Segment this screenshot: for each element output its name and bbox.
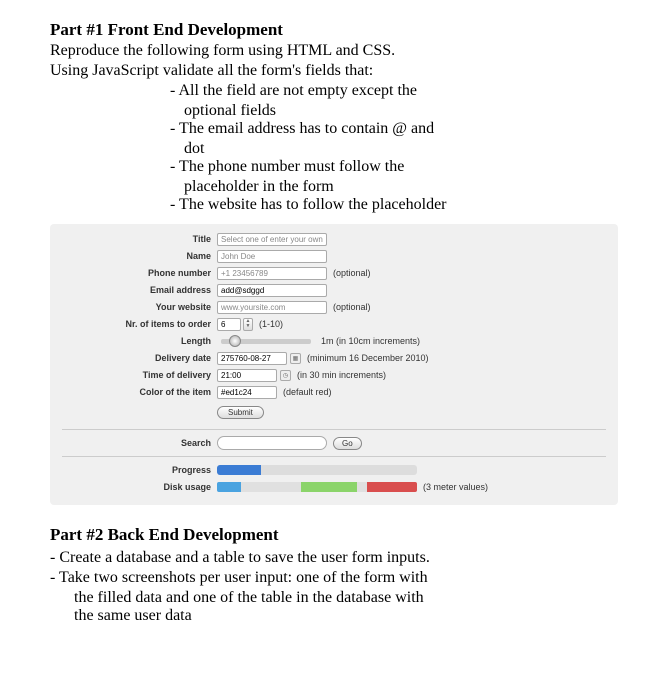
part1-heading: Part #1 Front End Development [50,20,618,40]
hint-delivery-date: (minimum 16 December 2010) [307,353,429,363]
hint-length: 1m (in 10cm increments) [321,336,420,346]
submit-button[interactable]: Submit [217,406,264,419]
label-items: Nr. of items to order [62,319,217,329]
disk-seg-1 [217,482,241,492]
bullet-2: - The email address has to contain @ and [170,120,618,138]
label-delivery-date: Delivery date [62,353,217,363]
label-title: Title [62,234,217,244]
label-email: Email address [62,285,217,295]
part2-item-2-cont1: the filled data and one of the table in … [74,589,618,607]
form-panel: Title Select one of enter your own Name … [50,224,618,505]
label-disk: Disk usage [62,482,217,492]
separator-1 [62,429,606,430]
length-slider[interactable] [221,339,311,344]
disk-seg-5 [367,482,417,492]
label-length: Length [62,336,217,346]
hint-color: (default red) [283,387,332,397]
part1-bullets: - All the field are not empty except the… [170,82,618,214]
hint-website: (optional) [333,302,371,312]
bullet-2-cont: dot [184,140,618,158]
bullet-1-cont: optional fields [184,102,618,120]
progress-bar [217,465,417,475]
search-input[interactable] [217,436,327,450]
disk-seg-3 [301,482,357,492]
part2-item-1: - Create a database and a table to save … [50,549,618,567]
separator-2 [62,456,606,457]
part1-instr2: Using JavaScript validate all the form's… [50,62,618,80]
progress-fill [217,465,261,475]
label-name: Name [62,251,217,261]
color-input[interactable]: #ed1c24 [217,386,277,399]
part2-heading: Part #2 Back End Development [50,525,618,545]
clock-icon[interactable]: ◷ [280,370,291,381]
email-input[interactable]: add@sdggd [217,284,327,297]
slider-knob[interactable] [229,335,241,347]
go-button[interactable]: Go [333,437,362,450]
hint-delivery-time: (in 30 min increments) [297,370,386,380]
bullet-1: - All the field are not empty except the [170,82,618,100]
bullet-3-cont: placeholder in the form [184,178,618,196]
name-input[interactable]: John Doe [217,250,327,263]
phone-input[interactable]: +1 23456789 [217,267,327,280]
items-input[interactable]: 6 [217,318,241,331]
hint-items: (1-10) [259,319,283,329]
disk-seg-4 [357,482,367,492]
label-delivery-time: Time of delivery [62,370,217,380]
hint-phone: (optional) [333,268,371,278]
disk-meter [217,482,417,492]
label-color: Color of the item [62,387,217,397]
delivery-date-input[interactable]: 275760-08-27 [217,352,287,365]
label-search: Search [62,438,217,448]
website-input[interactable]: www.yoursite.com [217,301,327,314]
label-phone: Phone number [62,268,217,278]
calendar-icon[interactable]: ▦ [290,353,301,364]
label-progress: Progress [62,465,217,475]
items-stepper[interactable]: ▲▼ [243,318,253,331]
bullet-3: - The phone number must follow the [170,158,618,176]
bullet-4: - The website has to follow the placehol… [170,196,618,214]
part2-item-2: - Take two screenshots per user input: o… [50,569,618,587]
part2-list: - Create a database and a table to save … [50,549,618,625]
part1-instr1: Reproduce the following form using HTML … [50,42,618,60]
title-input[interactable]: Select one of enter your own [217,233,327,246]
disk-seg-2 [241,482,301,492]
delivery-time-input[interactable]: 21:00 [217,369,277,382]
part2-item-2-cont2: the same user data [74,607,618,625]
hint-disk: (3 meter values) [423,482,488,492]
label-website: Your website [62,302,217,312]
